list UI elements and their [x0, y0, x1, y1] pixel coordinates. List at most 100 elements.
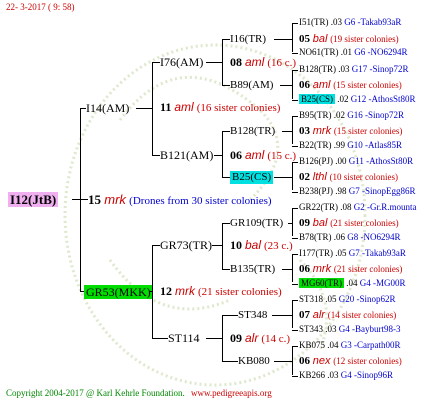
gen4-num-5: 06	[299, 263, 310, 275]
gen5-connector	[292, 70, 298, 71]
gen5-queen-0[interactable]: I51(TR)	[299, 17, 329, 27]
gen5-ref-1[interactable]: G6 -NO6294R	[354, 47, 407, 57]
gen4-num-6: 07	[299, 309, 310, 321]
gen3-queen-0[interactable]: I76(AM)	[160, 56, 203, 68]
gen5-ref-9[interactable]: G8 -NO6294R	[347, 232, 400, 242]
footer-link[interactable]: www.pedigreeapis.org	[191, 389, 272, 398]
gen5-year-3: .02	[335, 94, 351, 104]
gen4-q-6: alr	[312, 309, 325, 321]
gen4-queen-5[interactable]: B135(TR)	[230, 264, 275, 275]
gen4-q-0: bal	[312, 33, 328, 45]
gen5-year-4: .02	[331, 110, 348, 120]
gen5-ref-8[interactable]: G2 -Gr.R.mounta	[354, 202, 417, 212]
gen2-queen-1[interactable]: GR53(MKK)	[84, 285, 153, 299]
gen5-row-3: B25(CS) .02 G12 -AthosSt80R	[299, 94, 416, 104]
gen5-queen-12[interactable]: ST318	[299, 294, 323, 304]
gen5-row-0: I51(TR) .03 G6 -Takab93aR	[299, 18, 401, 27]
gen3-queen-1[interactable]: B121(AM)	[160, 149, 213, 161]
gen3-num-2: 10	[230, 238, 242, 252]
gen3-sib-2: (23 c.)	[264, 240, 293, 252]
gen2-num-1: 12	[160, 284, 172, 298]
gen4-q-1: aml	[312, 79, 331, 91]
gen4-info-0: 05 bal (19 sister colonies)	[299, 34, 399, 45]
gen4-info-4: 09 bal (21 sister colonies)	[299, 218, 399, 229]
gen5-row-4: B95(TR) .02 G16 -Sinop72R	[299, 111, 404, 120]
gen5-row-13: ST343 .03 G4 -Bayburt98-3	[299, 325, 401, 334]
gen4-sib-6: (14 sister colonies)	[327, 310, 397, 320]
gen5-queen-9[interactable]: B78(TR)	[299, 232, 332, 242]
gen4-queen-2[interactable]: B128(TR)	[230, 126, 275, 137]
gen4-q-5: mrk	[312, 263, 332, 275]
gen3-queen-3[interactable]: ST114	[168, 332, 200, 344]
gen5-row-11: MG60(TR) .04 G4 -MG00R	[299, 278, 406, 288]
gen1-queen[interactable]: I12(JtB)	[8, 192, 59, 207]
gen5-year-12: .05	[323, 294, 339, 304]
gen5-year-10: .05	[333, 248, 349, 258]
gen5-row-10: I177(TR) .05 G7 -Takab93aR	[299, 249, 406, 258]
gen5-connector	[292, 254, 298, 255]
gen4-num-0: 05	[299, 33, 310, 45]
gen5-ref-5[interactable]: G10 -Atlas85R	[347, 140, 402, 150]
gen4-queen-1[interactable]: B89(AM)	[230, 80, 273, 91]
gen1-num: 15	[88, 192, 101, 207]
gen5-queen-4[interactable]: B95(TR)	[299, 110, 332, 120]
gen5-year-8: .08	[338, 202, 354, 212]
gen4-sib-7: (12 sister colonies)	[333, 356, 402, 366]
gen5-connector	[292, 162, 298, 163]
gen5-queen-8[interactable]: GR22(TR)	[299, 202, 338, 212]
date-stamp: 22- 3-2017 ( 9: 58)	[6, 2, 75, 12]
gen5-year-2: .03	[336, 64, 352, 74]
gen4-queen-7[interactable]: KB080	[238, 356, 270, 367]
gen5-ref-3[interactable]: G12 -AthosSt80R	[351, 94, 416, 104]
gen5-connector	[292, 300, 298, 301]
gen4-queen-4[interactable]: GR109(TR)	[230, 218, 283, 229]
gen3-q-1: aml	[245, 148, 265, 162]
gen4-num-3: 02	[299, 171, 310, 183]
gen4-queen-0[interactable]: I16(TR)	[230, 34, 266, 45]
gen5-queen-15[interactable]: KB266	[299, 370, 325, 380]
gen5-queen-14[interactable]: KB075	[299, 340, 325, 350]
gen5-queen-6[interactable]: B126(PJ)	[299, 156, 333, 166]
gen5-ref-7[interactable]: G7 -SinopEgg86R	[349, 186, 416, 196]
gen5-ref-14[interactable]: G3 -Carpath00R	[341, 340, 401, 350]
gen5-queen-2[interactable]: B128(TR)	[299, 64, 336, 74]
gen5-ref-2[interactable]: G17 -Sinop72R	[352, 64, 409, 74]
gen5-ref-4[interactable]: G16 -Sinop72R	[347, 110, 404, 120]
gen4-num-4: 09	[299, 217, 310, 229]
gen5-queen-13[interactable]: ST343	[299, 324, 323, 334]
gen2-num-0: 11	[160, 100, 172, 114]
gen3-queen-2[interactable]: GR73(TR)	[160, 239, 212, 251]
gen5-ref-6[interactable]: G11 -AthosSt80R	[349, 156, 413, 166]
gen5-queen-7[interactable]: B238(PJ)	[299, 186, 333, 196]
gen4-info-7: 06 nex (12 sister colonies)	[299, 356, 402, 367]
gen5-connector	[292, 208, 298, 209]
gen5-year-6: .00	[333, 156, 349, 166]
gen4-q-3: lthl	[312, 171, 327, 183]
gen4-info-1: 06 aml (15 sister colonies)	[299, 80, 402, 91]
gen5-queen-1[interactable]: NO61(TR)	[299, 47, 339, 57]
gen5-year-0: .03	[328, 17, 345, 27]
gen5-connector	[292, 100, 298, 101]
gen5-row-6: B126(PJ) .00 G11 -AthosSt80R	[299, 157, 413, 166]
gen4-queen-3[interactable]: B25(CS)	[230, 171, 274, 184]
gen5-ref-10[interactable]: G7 -Takab93aR	[349, 248, 406, 258]
gen5-ref-12[interactable]: G20 -Sinop62R	[339, 294, 396, 304]
gen5-ref-15[interactable]: G4 -Sinop96R	[341, 370, 393, 380]
gen5-ref-13[interactable]: G4 -Bayburt98-3	[339, 324, 401, 334]
gen1-q: mrk	[104, 192, 126, 207]
gen5-connector	[292, 192, 298, 193]
gen5-row-5: B22(TR) .99 G10 -Atlas85R	[299, 141, 402, 150]
gen5-queen-11[interactable]: MG60(TR)	[299, 278, 344, 288]
gen5-queen-3[interactable]: B25(CS)	[299, 94, 336, 104]
gen5-queen-10[interactable]: I177(TR)	[299, 248, 333, 258]
gen5-ref-11[interactable]: G4 -MG00R	[360, 278, 406, 288]
gen5-connector	[292, 346, 298, 347]
gen2-queen-0[interactable]: I14(AM)	[86, 102, 129, 114]
gen2-sib-0: (16 sister colonies)	[196, 102, 281, 114]
gen1-sib: (Drones from 30 sister colonies)	[129, 195, 272, 207]
gen5-queen-5[interactable]: B22(TR)	[299, 140, 332, 150]
gen4-num-7: 06	[299, 355, 310, 367]
gen5-ref-0[interactable]: G6 -Takab93aR	[344, 17, 401, 27]
gen4-queen-6[interactable]: ST348	[238, 310, 267, 321]
gen4-info-2: 03 mrk (15 sister colonies)	[299, 126, 402, 137]
